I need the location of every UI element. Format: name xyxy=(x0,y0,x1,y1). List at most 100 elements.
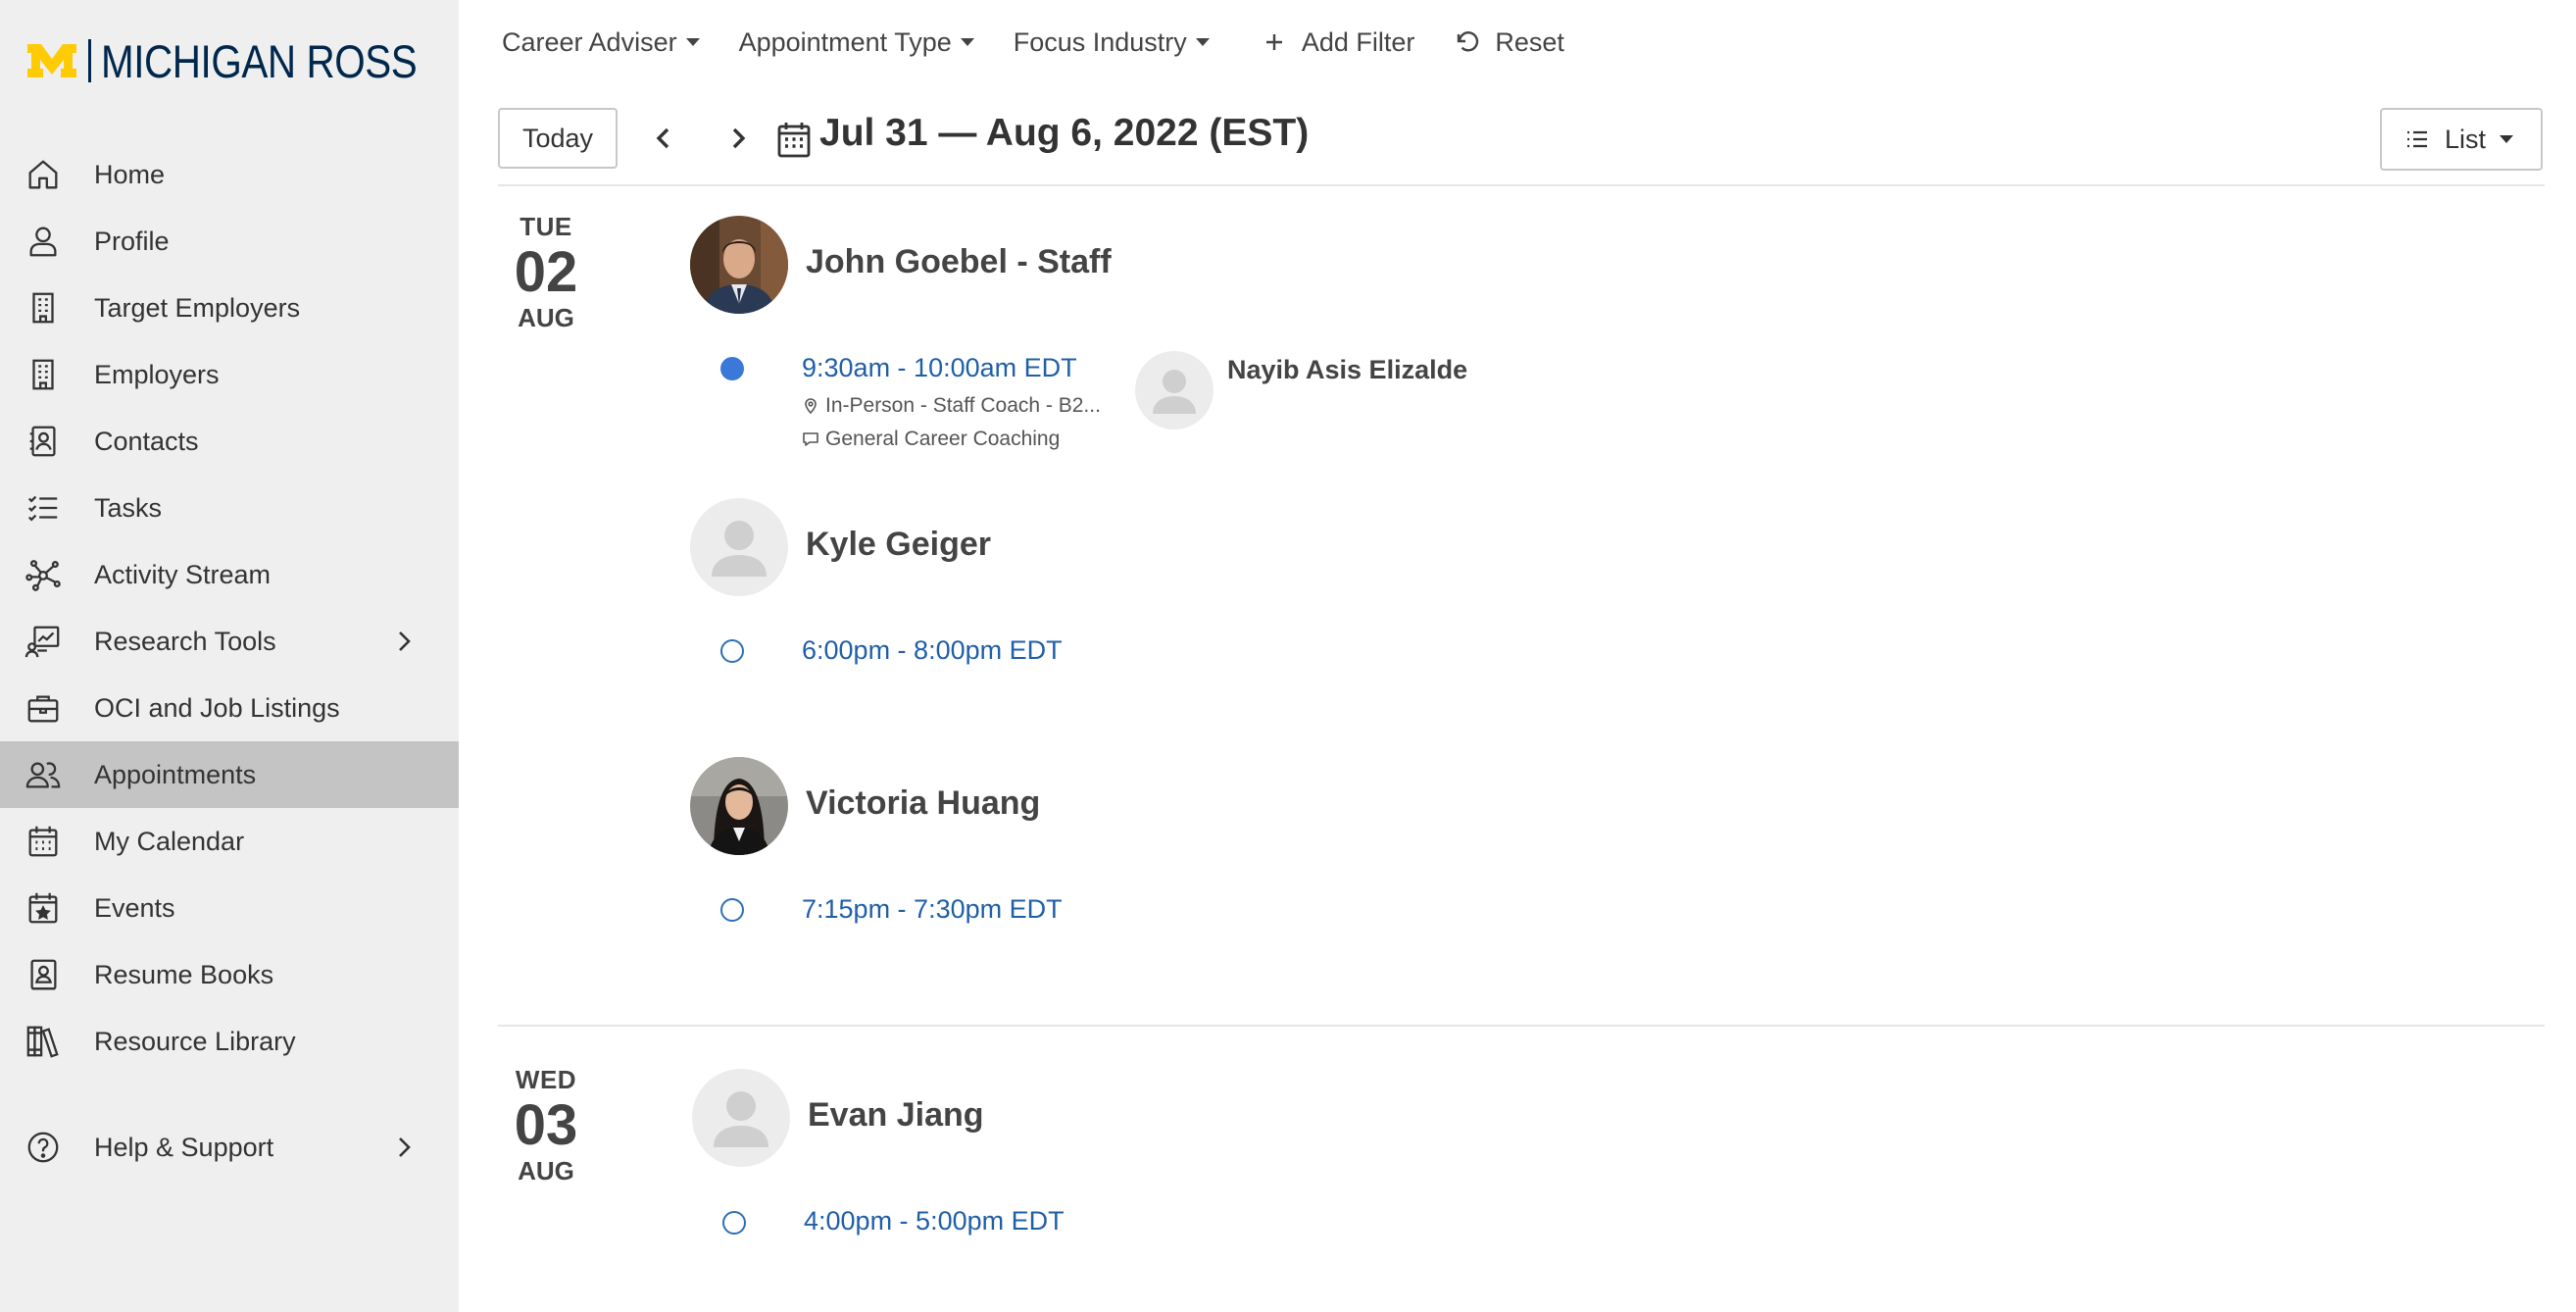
people-icon xyxy=(24,755,63,794)
chevron-right-icon[interactable] xyxy=(390,1134,418,1161)
adviser-avatar[interactable] xyxy=(692,1069,790,1167)
building-icon xyxy=(24,288,63,328)
adviser-name[interactable]: John Goebel - Staff xyxy=(806,243,1112,281)
caret-down-icon xyxy=(2500,135,2514,143)
sidebar-item-activity-stream[interactable]: Activity Stream xyxy=(0,541,459,608)
contact-card-icon xyxy=(24,422,63,461)
sidebar-item-label: Appointments xyxy=(94,759,257,789)
adviser-name[interactable]: Evan Jiang xyxy=(808,1096,984,1135)
slot-topic: General Career Coaching xyxy=(802,428,1060,451)
brand-name: MICHIGAN ROSS xyxy=(101,34,418,87)
sidebar-item-label: Employers xyxy=(94,359,220,389)
adviser-name[interactable]: Kyle Geiger xyxy=(806,526,991,564)
calendar-icon xyxy=(24,822,63,861)
sidebar-item-label: Home xyxy=(94,159,166,189)
filter-label: Focus Industry xyxy=(1013,26,1187,57)
chart-board-icon xyxy=(24,622,63,661)
sidebar-item-target-employers[interactable]: Target Employers xyxy=(0,275,459,341)
sidebar-item-oci-job-listings[interactable]: OCI and Job Listings xyxy=(0,675,459,741)
user-icon xyxy=(24,222,63,261)
plus-icon xyxy=(1265,34,1282,50)
library-icon xyxy=(24,1022,63,1061)
month: AUG xyxy=(518,1156,574,1186)
sidebar-item-resume-books[interactable]: Resume Books xyxy=(0,941,459,1008)
sidebar-item-label: Help & Support xyxy=(94,1132,274,1162)
calendar-star-icon xyxy=(24,888,63,928)
filter-label: Career Adviser xyxy=(502,26,677,57)
adviser-name[interactable]: Victoria Huang xyxy=(806,784,1040,823)
sidebar-item-contacts[interactable]: Contacts xyxy=(0,408,459,475)
adviser-avatar[interactable] xyxy=(690,757,788,855)
sidebar-item-my-calendar[interactable]: My Calendar xyxy=(0,808,459,875)
focus-industry-filter[interactable]: Focus Industry xyxy=(1014,27,1210,58)
month: AUG xyxy=(518,303,574,332)
slot-time[interactable]: 9:30am - 10:00am EDT xyxy=(802,353,1077,383)
logo-divider xyxy=(88,39,91,82)
resume-book-icon xyxy=(24,955,63,994)
date-range-title: Jul 31 — Aug 6, 2022 (EST) xyxy=(819,112,1310,154)
slot-time[interactable]: 7:15pm - 7:30pm EDT xyxy=(802,894,1063,925)
sidebar-item-label: Resume Books xyxy=(94,959,274,989)
sidebar: MICHIGAN ROSS Home Profile Target Employ… xyxy=(0,0,459,1312)
today-button[interactable]: Today xyxy=(498,108,618,169)
view-mode-dropdown[interactable]: List xyxy=(2380,108,2543,171)
day-label: TUE 02 AUG xyxy=(497,212,595,333)
sidebar-item-label: Profile xyxy=(94,226,170,256)
chevron-right-icon[interactable] xyxy=(390,628,418,655)
chat-bubble-icon xyxy=(803,432,818,446)
default-user-icon xyxy=(692,1069,790,1167)
add-filter-label: Add Filter xyxy=(1301,26,1415,57)
sidebar-item-appointments[interactable]: Appointments xyxy=(0,741,459,808)
sidebar-item-help-support[interactable]: Help & Support xyxy=(0,1114,459,1181)
list-icon xyxy=(2407,130,2427,148)
caret-down-icon xyxy=(685,38,700,46)
adviser-avatar[interactable] xyxy=(690,498,788,596)
day-label: WED 03 AUG xyxy=(497,1065,595,1186)
adviser-photo xyxy=(690,216,788,314)
day-number: 03 xyxy=(514,1093,578,1157)
add-filter-button[interactable]: Add Filter xyxy=(1261,26,1415,58)
sidebar-item-label: Events xyxy=(94,892,175,923)
help-circle-icon xyxy=(24,1128,63,1167)
sidebar-item-label: Research Tools xyxy=(94,626,276,656)
network-icon xyxy=(24,555,63,594)
filter-label: Appointment Type xyxy=(738,26,952,57)
day-number: 02 xyxy=(514,240,578,304)
open-slot-indicator xyxy=(720,639,744,663)
day-of-week: TUE xyxy=(520,212,572,241)
career-adviser-filter[interactable]: Career Adviser xyxy=(502,27,700,58)
adviser-avatar[interactable] xyxy=(690,216,788,314)
student-name[interactable]: Nayib Asis Elizalde xyxy=(1227,355,1467,385)
sidebar-item-research-tools[interactable]: Research Tools xyxy=(0,608,459,675)
day-of-week: WED xyxy=(515,1065,577,1094)
booked-slot-indicator xyxy=(720,357,744,380)
previous-week-button[interactable] xyxy=(647,122,680,155)
sidebar-item-label: OCI and Job Listings xyxy=(94,692,340,723)
reset-label: Reset xyxy=(1495,26,1564,57)
appointment-type-filter[interactable]: Appointment Type xyxy=(739,27,974,58)
reset-button[interactable]: Reset xyxy=(1454,27,1564,58)
michigan-ross-logo[interactable]: MICHIGAN ROSS xyxy=(25,34,469,87)
block-m-icon xyxy=(27,44,76,77)
sidebar-item-label: My Calendar xyxy=(94,826,245,856)
next-week-button[interactable] xyxy=(721,122,755,155)
slot-time[interactable]: 6:00pm - 8:00pm EDT xyxy=(802,635,1063,666)
sidebar-item-resource-library[interactable]: Resource Library xyxy=(0,1008,459,1075)
sidebar-item-events[interactable]: Events xyxy=(0,875,459,941)
view-mode-label: List xyxy=(2445,124,2487,154)
slot-location: In-Person - Staff Coach - B2... xyxy=(802,394,1101,418)
home-icon xyxy=(24,155,63,194)
sidebar-item-profile[interactable]: Profile xyxy=(0,208,459,275)
building-icon xyxy=(24,355,63,394)
slot-time[interactable]: 4:00pm - 5:00pm EDT xyxy=(804,1206,1065,1236)
filter-bar: Career Adviser Appointment Type Focus In… xyxy=(502,20,1604,65)
slot-topic-text: General Career Coaching xyxy=(825,428,1061,450)
default-user-icon xyxy=(690,498,788,596)
slot-location-text: In-Person - Staff Coach - B2... xyxy=(825,394,1101,417)
sidebar-item-home[interactable]: Home xyxy=(0,141,459,208)
sidebar-item-label: Activity Stream xyxy=(94,559,272,589)
sidebar-item-tasks[interactable]: Tasks xyxy=(0,475,459,541)
sidebar-item-employers[interactable]: Employers xyxy=(0,341,459,408)
reset-icon xyxy=(1458,31,1479,52)
